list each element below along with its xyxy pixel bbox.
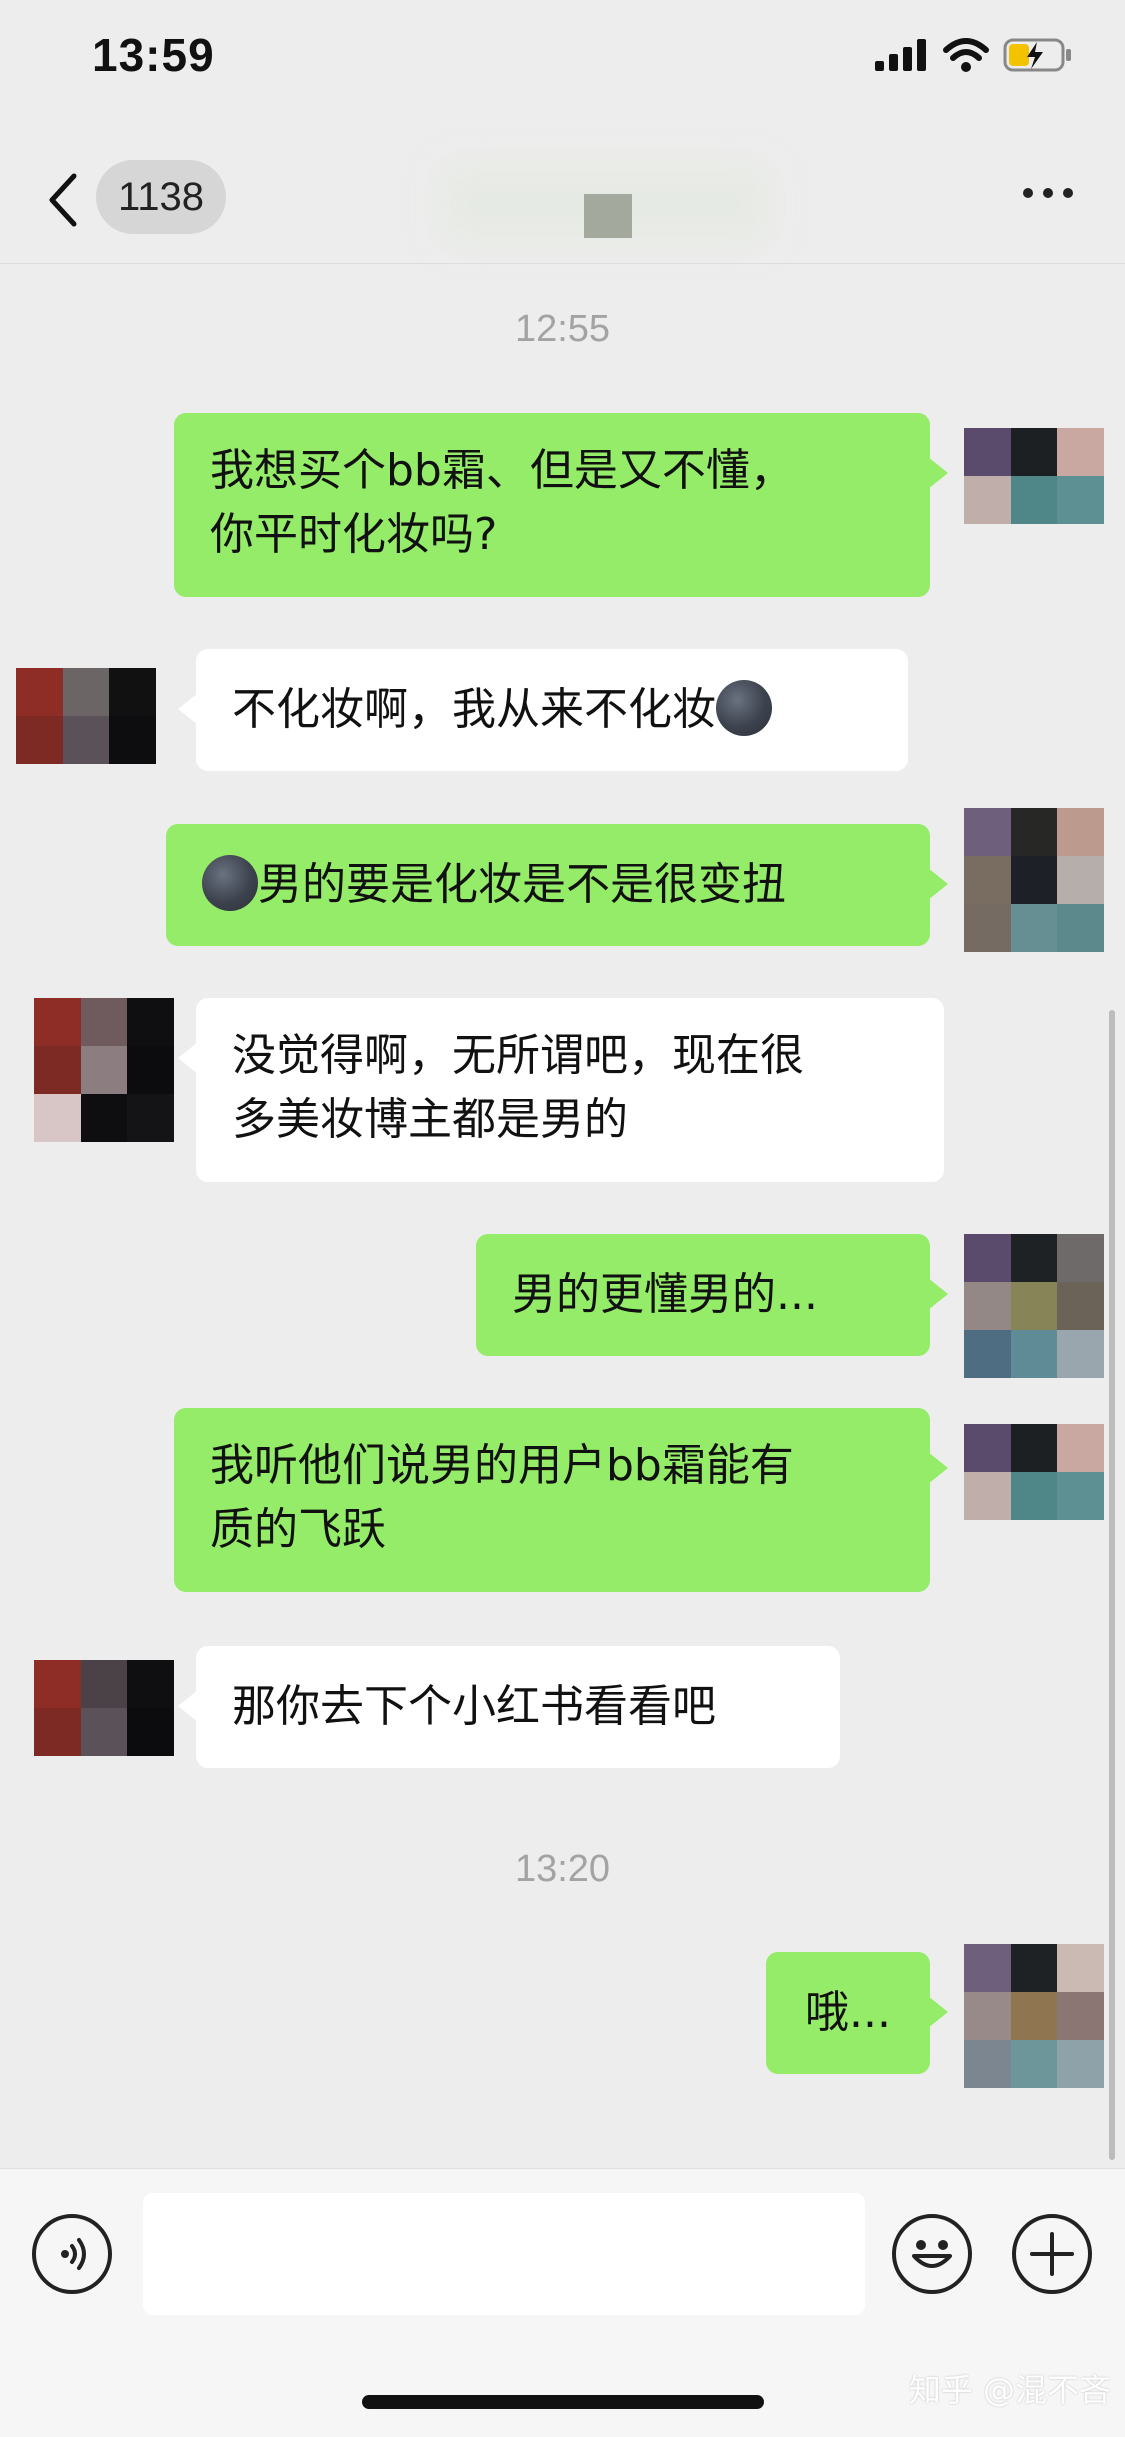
message-text: 不化妆啊，我从来不化妆	[232, 684, 716, 735]
back-arrow-icon[interactable]	[40, 170, 88, 230]
watermark: 知乎 @混不吝	[908, 2371, 1111, 2409]
message-text: 我听他们说男的用户bb霜能有 质的飞跃	[210, 1440, 794, 1555]
message-bubble[interactable]: 我想买个bb霜、但是又不懂， 你平时化妆吗?	[174, 413, 948, 597]
message-bubble[interactable]: 那你去下个小红书看看吧	[178, 1646, 840, 1768]
more-functions-button[interactable]	[1012, 2214, 1092, 2294]
status-time: 13:59	[92, 29, 215, 81]
my-avatar[interactable]	[964, 808, 1104, 952]
new-moon-face-emoji-icon	[202, 855, 258, 911]
plus-icon	[1030, 2232, 1074, 2276]
my-avatar[interactable]	[964, 1944, 1104, 2088]
message-text: 那你去下个小红书看看吧	[232, 1681, 716, 1732]
new-moon-face-emoji-icon	[716, 680, 772, 736]
message-bubble[interactable]: 哦...	[766, 1952, 948, 2074]
message-bubble[interactable]: 不化妆啊，我从来不化妆	[178, 649, 908, 771]
chat-timestamp: 12:55	[514, 308, 611, 350]
my-avatar[interactable]	[964, 1234, 1104, 1378]
status-icons	[875, 38, 1073, 72]
wifi-icon	[943, 38, 989, 72]
message-text: 我想买个bb霜、但是又不懂， 你平时化妆吗?	[210, 445, 794, 560]
input-bar: 知乎 @混不吝	[0, 2168, 1125, 2437]
chat-header: 1138	[0, 130, 1125, 264]
message-bubble[interactable]: 没觉得啊，无所谓吧，现在很 多美妆博主都是男的	[178, 998, 944, 1182]
chat-scrollbar[interactable]	[1109, 1010, 1115, 2160]
message-text: 男的要是化妆是不是很变扭	[258, 859, 786, 910]
status-bar: 13:59	[0, 0, 1125, 130]
title-mosaic	[584, 194, 632, 238]
voice-input-button[interactable]	[32, 2214, 112, 2294]
contact-avatar[interactable]	[34, 1660, 174, 1756]
more-options-icon[interactable]	[1023, 188, 1073, 198]
message-text: 没觉得啊，无所谓吧，现在很 多美妆博主都是男的	[232, 1030, 804, 1145]
emoji-button[interactable]	[892, 2214, 972, 2294]
message-bubble[interactable]: 我听他们说男的用户bb霜能有 质的飞跃	[174, 1408, 948, 1592]
message-text: 男的更懂男的...	[512, 1269, 818, 1320]
home-indicator	[362, 2395, 764, 2409]
voice-icon	[61, 2238, 86, 2270]
unread-count-badge[interactable]: 1138	[96, 160, 227, 234]
contact-avatar[interactable]	[16, 668, 156, 764]
message-bubble[interactable]: 男的要是化妆是不是很变扭	[166, 824, 948, 946]
message-input[interactable]	[143, 2193, 865, 2315]
message-text: 哦...	[805, 1987, 891, 2038]
my-avatar[interactable]	[964, 1424, 1104, 1520]
signal-icon	[875, 39, 926, 71]
chat-timestamp: 13:20	[514, 1848, 611, 1890]
contact-avatar[interactable]	[34, 998, 174, 1142]
message-bubble[interactable]: 男的更懂男的...	[476, 1234, 948, 1356]
battery-charging-icon	[1003, 38, 1071, 72]
smiley-icon	[912, 2240, 952, 2268]
my-avatar[interactable]	[964, 428, 1104, 524]
